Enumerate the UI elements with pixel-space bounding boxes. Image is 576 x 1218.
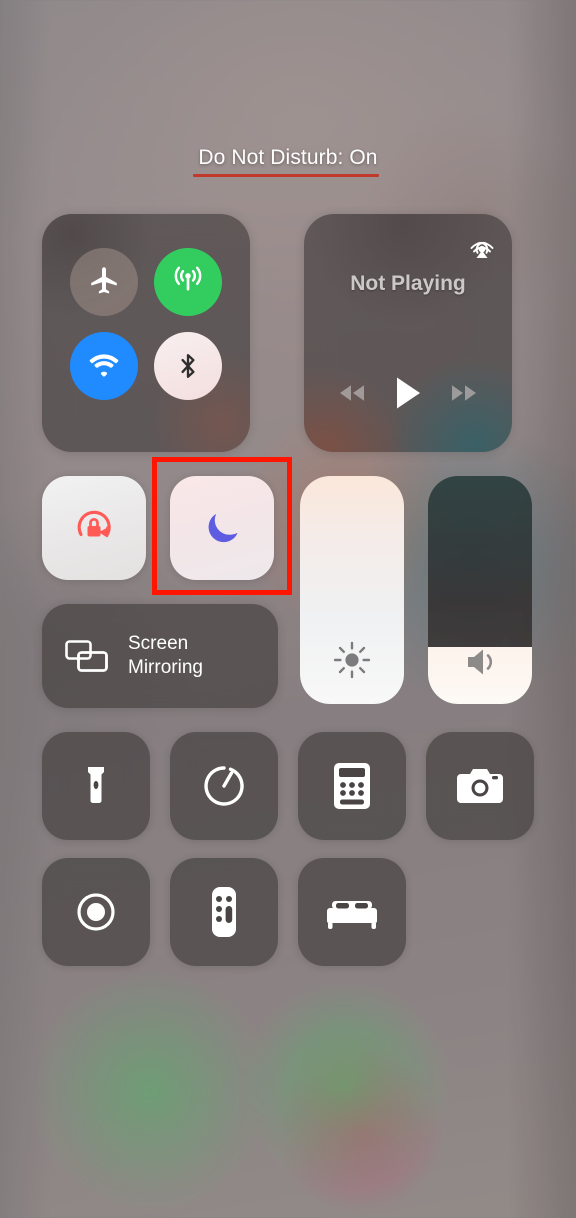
flashlight-button[interactable] (42, 732, 150, 840)
wifi-toggle[interactable] (70, 332, 138, 400)
bed-icon (326, 893, 378, 931)
moon-icon (198, 504, 246, 552)
screen-mirroring-label-line1: Screen (128, 633, 189, 654)
screen-mirroring-button[interactable]: Screen Mirroring (42, 604, 278, 708)
brightness-slider[interactable] (300, 476, 404, 704)
airplay-icon[interactable] (466, 230, 498, 262)
fast-forward-icon (449, 383, 479, 403)
volume-icon (428, 642, 532, 682)
title-underline (193, 174, 379, 177)
rewind-icon (337, 383, 367, 403)
calculator-icon (332, 761, 372, 811)
play-button[interactable] (380, 369, 436, 417)
brightness-icon (300, 638, 404, 682)
camera-button[interactable] (426, 732, 534, 840)
module-gradient (42, 214, 250, 452)
screen-mirroring-label-line2: Mirroring (128, 657, 203, 678)
cellular-icon (169, 263, 207, 301)
previous-track-button[interactable] (320, 369, 384, 417)
do-not-disturb-status-title: Do Not Disturb: On (198, 146, 378, 169)
camera-icon (454, 765, 506, 807)
apple-tv-remote-button[interactable] (170, 858, 278, 966)
bluetooth-icon (170, 348, 206, 384)
timer-icon (199, 761, 249, 811)
media-status-label: Not Playing (350, 272, 466, 295)
rotation-lock-icon (68, 502, 120, 554)
flashlight-icon (73, 761, 119, 811)
rotation-lock-toggle[interactable] (42, 476, 146, 580)
screen-mirroring-label: Screen Mirroring (128, 632, 203, 680)
screen-recording-button[interactable] (42, 858, 150, 966)
do-not-disturb-toggle[interactable] (170, 476, 274, 580)
volume-slider[interactable] (428, 476, 532, 704)
media-playback-module: Not Playing (304, 214, 512, 452)
calculator-button[interactable] (298, 732, 406, 840)
next-track-button[interactable] (432, 369, 496, 417)
screen-mirroring-icon (64, 638, 110, 674)
connectivity-module (42, 214, 250, 452)
timer-button[interactable] (170, 732, 278, 840)
remote-icon (209, 885, 239, 939)
bedtime-button[interactable] (298, 858, 406, 966)
airplane-mode-toggle[interactable] (70, 248, 138, 316)
wifi-icon (85, 347, 123, 385)
bluetooth-toggle[interactable] (154, 332, 222, 400)
cellular-data-toggle[interactable] (154, 248, 222, 316)
record-icon (71, 887, 121, 937)
airplane-icon (87, 265, 121, 299)
play-icon (394, 376, 422, 410)
